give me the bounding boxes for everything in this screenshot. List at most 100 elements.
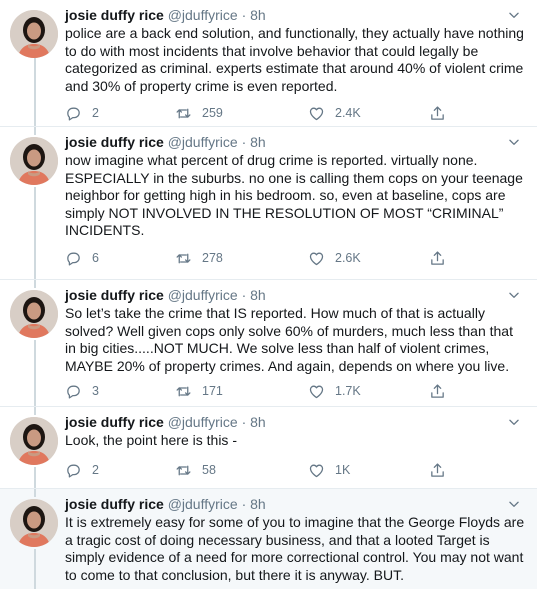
chevron-down-icon[interactable]	[507, 288, 521, 302]
share-icon	[429, 462, 446, 479]
tweet-actions: 3 171 1.7K	[65, 381, 465, 401]
thread-line	[34, 187, 36, 279]
author-name[interactable]: josie duffy rice	[65, 496, 164, 512]
like-count: 2.6K	[335, 251, 361, 265]
tweet-timestamp[interactable]: 8h	[250, 7, 266, 23]
author-handle[interactable]: @jduffyrice	[168, 7, 238, 23]
retweet-icon	[175, 105, 192, 122]
tweet-header: josie duffy rice @jduffyrice · 8h	[65, 6, 266, 24]
reply-count: 2	[92, 106, 99, 120]
like-button[interactable]: 1K	[308, 460, 350, 480]
chevron-down-icon[interactable]	[507, 415, 521, 429]
share-icon	[429, 250, 446, 267]
reply-button[interactable]: 2	[65, 103, 99, 123]
tweet-timestamp[interactable]: 8h	[250, 414, 266, 430]
reply-count: 3	[92, 384, 99, 398]
tweet-text: It is extremely easy for some of you to …	[65, 514, 525, 583]
like-icon	[308, 105, 325, 122]
thread-line	[34, 549, 36, 589]
like-count: 2.4K	[335, 106, 361, 120]
like-button[interactable]: 2.6K	[308, 248, 361, 268]
author-name[interactable]: josie duffy rice	[65, 134, 164, 150]
tweet-timestamp[interactable]: 8h	[250, 287, 266, 303]
retweet-count: 58	[202, 463, 216, 477]
chevron-down-icon[interactable]	[507, 8, 521, 22]
thread-line	[34, 280, 36, 288]
tweet-timestamp[interactable]: 8h	[250, 134, 266, 150]
thread-line	[34, 467, 36, 488]
author-name[interactable]: josie duffy rice	[65, 414, 164, 430]
like-button[interactable]: 1.7K	[308, 381, 361, 401]
share-button[interactable]	[429, 248, 446, 268]
author-name[interactable]: josie duffy rice	[65, 287, 164, 303]
like-count: 1K	[335, 463, 351, 477]
retweet-button[interactable]: 58	[175, 460, 216, 480]
header-separator: ·	[241, 414, 247, 430]
tweet-actions: 6 278 2.6K	[65, 248, 465, 268]
retweet-count: 278	[202, 251, 223, 265]
retweet-count: 259	[202, 106, 223, 120]
tweet-text: police are a back end solution, and func…	[65, 25, 524, 94]
like-icon	[308, 383, 325, 400]
share-button[interactable]	[429, 103, 446, 123]
header-separator: ·	[241, 496, 247, 512]
tweet-actions: 2 58 1K	[65, 460, 465, 480]
retweet-icon	[175, 250, 192, 267]
reply-icon	[65, 250, 82, 267]
thread-line	[34, 489, 36, 497]
reply-icon	[65, 105, 82, 122]
retweet-icon	[175, 462, 192, 479]
avatar[interactable]	[10, 499, 58, 547]
thread-line	[34, 340, 36, 406]
avatar[interactable]	[10, 417, 58, 465]
retweet-icon	[175, 383, 192, 400]
share-icon	[429, 383, 446, 400]
tweet-text: now imagine what percent of drug crime i…	[65, 152, 523, 238]
chevron-down-icon[interactable]	[507, 497, 521, 511]
like-count: 1.7K	[335, 384, 361, 398]
tweet-header: josie duffy rice @jduffyrice · 8h	[65, 495, 266, 513]
tweet-header: josie duffy rice @jduffyrice · 8h	[65, 413, 266, 431]
reply-icon	[65, 462, 82, 479]
share-button[interactable]	[429, 381, 446, 401]
tweet-text: So let’s take the crime that IS reported…	[65, 305, 513, 374]
header-separator: ·	[241, 287, 247, 303]
header-separator: ·	[241, 7, 247, 23]
author-handle[interactable]: @jduffyrice	[168, 414, 238, 430]
tweet-2[interactable]: josie duffy rice @jduffyrice · 8h So let…	[0, 280, 537, 406]
avatar[interactable]	[10, 290, 58, 338]
author-name[interactable]: josie duffy rice	[65, 7, 164, 23]
share-button[interactable]	[429, 460, 446, 480]
reply-count: 6	[92, 251, 99, 265]
tweet-1[interactable]: josie duffy rice @jduffyrice · 8h now im…	[0, 127, 537, 279]
tweet-header: josie duffy rice @jduffyrice · 8h	[65, 286, 266, 304]
like-button[interactable]: 2.4K	[308, 103, 361, 123]
author-handle[interactable]: @jduffyrice	[168, 134, 238, 150]
thread-line	[34, 407, 36, 415]
thread-line	[34, 127, 36, 135]
reply-icon	[65, 383, 82, 400]
tweet-4[interactable]: josie duffy rice @jduffyrice · 8h It is …	[0, 489, 537, 589]
retweet-button[interactable]: 278	[175, 248, 223, 268]
retweet-button[interactable]: 259	[175, 103, 223, 123]
tweet-timestamp[interactable]: 8h	[250, 496, 266, 512]
avatar[interactable]	[10, 137, 58, 185]
avatar[interactable]	[10, 10, 58, 58]
thread-line	[34, 58, 36, 126]
tweet-3[interactable]: josie duffy rice @jduffyrice · 8h Look, …	[0, 407, 537, 488]
share-icon	[429, 105, 446, 122]
reply-button[interactable]: 3	[65, 381, 99, 401]
retweet-button[interactable]: 171	[175, 381, 223, 401]
reply-button[interactable]: 2	[65, 460, 99, 480]
chevron-down-icon[interactable]	[507, 135, 521, 149]
reply-button[interactable]: 6	[65, 248, 99, 268]
header-separator: ·	[241, 134, 247, 150]
author-handle[interactable]: @jduffyrice	[168, 496, 238, 512]
author-handle[interactable]: @jduffyrice	[168, 287, 238, 303]
tweet-0[interactable]: josie duffy rice @jduffyrice · 8h police…	[0, 0, 537, 126]
tweet-text: Look, the point here is this -	[65, 432, 237, 448]
retweet-count: 171	[202, 384, 223, 398]
like-icon	[308, 250, 325, 267]
reply-count: 2	[92, 463, 99, 477]
like-icon	[308, 462, 325, 479]
